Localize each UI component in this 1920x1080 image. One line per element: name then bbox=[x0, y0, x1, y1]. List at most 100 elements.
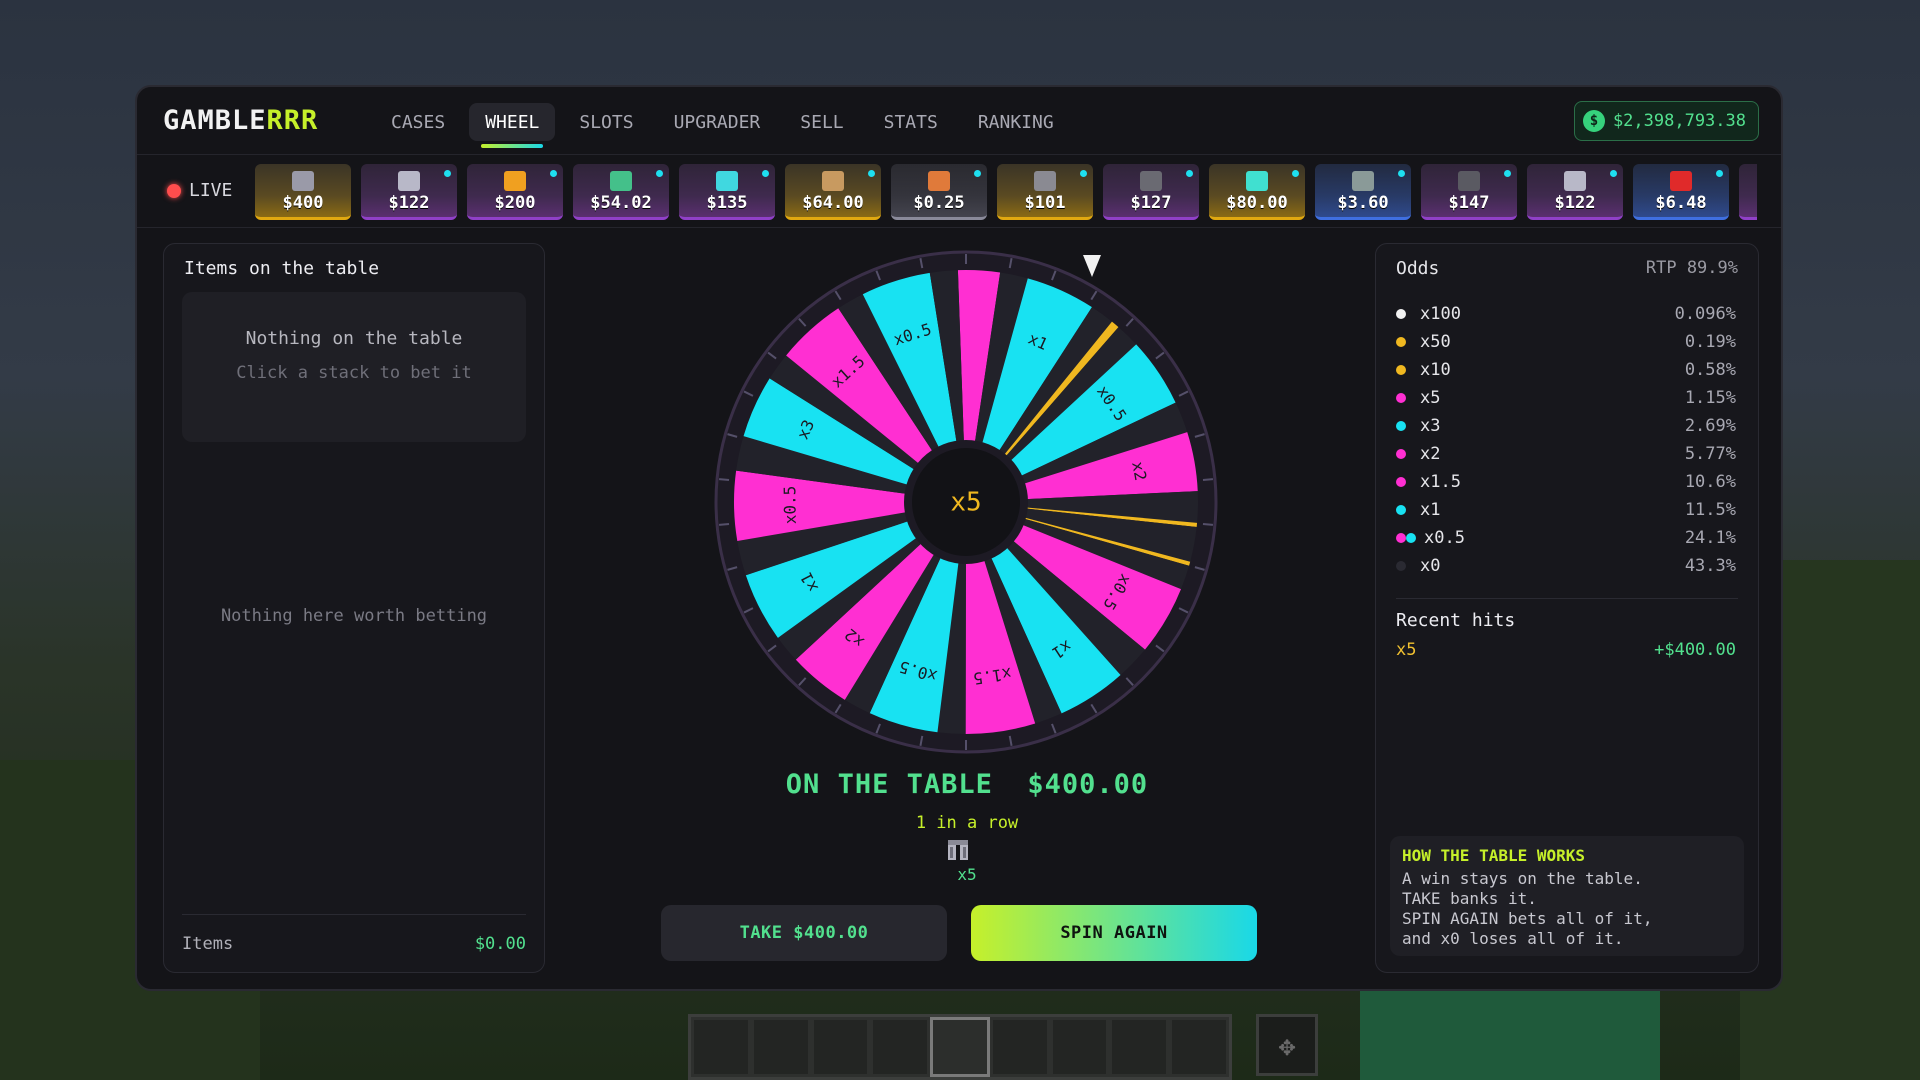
brick-icon bbox=[928, 171, 950, 191]
color-swatch-icon bbox=[1396, 449, 1406, 459]
odds-row: x50 0.19% bbox=[1396, 328, 1736, 356]
live-drop-item: $135 bbox=[679, 164, 775, 220]
live-drop-value: $0.25 bbox=[913, 193, 965, 213]
tab-cases[interactable]: CASES bbox=[375, 103, 461, 141]
live-indicator: LIVE bbox=[167, 180, 232, 201]
odds-multiplier: x1.5 bbox=[1420, 472, 1461, 492]
hotbar-slot[interactable] bbox=[1109, 1017, 1170, 1077]
color-swatch-icon bbox=[1396, 561, 1406, 571]
items-total-value: $0.00 bbox=[474, 934, 526, 954]
recent-hit-multiplier: x5 bbox=[1396, 640, 1417, 660]
color-swatch-icon bbox=[1396, 477, 1406, 487]
live-drop-value: $6.48 bbox=[1655, 193, 1707, 213]
diamond-block-icon bbox=[716, 171, 738, 191]
prize-wheel: x1 x0.5 x2 x0.5 x1 x1.5 x0.5 x2 x1 x0.5 x3 x1.5 x0.5… bbox=[711, 247, 1221, 757]
live-drop-value: $80.00 bbox=[1226, 193, 1288, 213]
panel-title: Items on the table bbox=[184, 258, 380, 279]
streak-text: 1 in a row bbox=[915, 813, 1019, 833]
odds-multiplier: x10 bbox=[1420, 360, 1451, 380]
odds-row: x1.5 10.6% bbox=[1396, 468, 1736, 496]
background-block bbox=[1360, 990, 1660, 1080]
live-drop-value: $54.02 bbox=[590, 193, 652, 213]
on-table-label: ON THE TABLE bbox=[785, 769, 993, 800]
new-indicator-icon bbox=[1398, 170, 1405, 177]
odds-probability: 0.19% bbox=[1684, 332, 1736, 352]
new-indicator-icon bbox=[1186, 170, 1193, 177]
live-drop-value: $200 bbox=[494, 193, 536, 213]
live-drop-item: $3.60 bbox=[1315, 164, 1411, 220]
balance-amount: $2,398,793.38 bbox=[1612, 111, 1746, 131]
offhand-slot[interactable]: ✥ bbox=[1256, 1014, 1318, 1076]
how-title: HOW THE TABLE WORKS bbox=[1402, 846, 1586, 865]
wheel-tick bbox=[1202, 522, 1214, 526]
hotbar-slot[interactable] bbox=[1169, 1017, 1230, 1077]
hotbar-slot[interactable] bbox=[870, 1017, 931, 1077]
tab-ranking[interactable]: RANKING bbox=[962, 103, 1070, 141]
live-drop-item: $122 bbox=[1527, 164, 1623, 220]
hotbar-slot[interactable] bbox=[750, 1017, 811, 1077]
wheel-tick bbox=[718, 478, 730, 482]
golden-apple-icon bbox=[504, 171, 526, 191]
live-drop-item: $80.00 bbox=[1209, 164, 1305, 220]
hotbar-slot[interactable] bbox=[1049, 1017, 1110, 1077]
hotbar-slot[interactable] bbox=[810, 1017, 871, 1077]
new-indicator-icon bbox=[974, 170, 981, 177]
live-drop-value: $122 bbox=[388, 193, 430, 213]
table-items-panel: Items on the table Nothing on the table … bbox=[163, 243, 545, 973]
live-drop-item: $6.48 bbox=[1633, 164, 1729, 220]
odds-list: x100 0.096% x50 0.19% x10 0.58% x5 1.15% x3 2.69%… bbox=[1396, 300, 1736, 580]
live-drop-value: $400 bbox=[282, 193, 324, 213]
odds-row: x5 1.15% bbox=[1396, 384, 1736, 412]
odds-row: x10 0.58% bbox=[1396, 356, 1736, 384]
odds-row: x0.5 24.1% bbox=[1396, 524, 1736, 552]
tab-stats[interactable]: STATS bbox=[868, 103, 954, 141]
hotbar-slot[interactable] bbox=[691, 1017, 751, 1077]
items-total-label: Items bbox=[182, 934, 234, 954]
on-table-value: $400.00 bbox=[1027, 769, 1149, 800]
wheel-segment-label: x0.5 bbox=[780, 486, 800, 525]
pickaxe-icon bbox=[1140, 171, 1162, 191]
tab-wheel[interactable]: WHEEL bbox=[469, 103, 556, 148]
odds-row: x100 0.096% bbox=[1396, 300, 1736, 328]
take-winnings-button[interactable]: TAKE $400.00 bbox=[661, 905, 947, 961]
odds-probability: 11.5% bbox=[1684, 500, 1736, 520]
new-indicator-icon bbox=[762, 170, 769, 177]
pickaxe-icon bbox=[610, 171, 632, 191]
odds-multiplier: x50 bbox=[1420, 332, 1451, 352]
odds-row: x1 11.5% bbox=[1396, 496, 1736, 524]
live-drop-item: $200 bbox=[467, 164, 563, 220]
live-drop-item: $0.25 bbox=[891, 164, 987, 220]
new-indicator-icon bbox=[868, 170, 875, 177]
sword-icon bbox=[1564, 171, 1586, 191]
live-drop-value: $147 bbox=[1448, 193, 1490, 213]
odds-multiplier: x5 bbox=[1420, 388, 1441, 408]
live-drops-bar: LIVE $400 $122 $200 $54.02 $135 $64.00 $0.25 $1… bbox=[137, 156, 1781, 228]
live-drop-item: $127 bbox=[1103, 164, 1199, 220]
live-drop-item: $147 bbox=[1421, 164, 1517, 220]
boots-icon bbox=[1458, 171, 1480, 191]
color-swatch-icon bbox=[1396, 365, 1406, 375]
odds-row: x0 43.3% bbox=[1396, 552, 1736, 580]
hotbar-slot-selected[interactable] bbox=[930, 1017, 990, 1077]
how-line: A win stays on the table. bbox=[1402, 869, 1643, 888]
odds-multiplier: x3 bbox=[1420, 416, 1441, 436]
live-drop-item: $54.02 bbox=[573, 164, 669, 220]
live-drop-value: $127 bbox=[1130, 193, 1172, 213]
how-line: SPIN AGAIN bets all of it, bbox=[1402, 909, 1653, 928]
odds-title: Odds bbox=[1396, 258, 1440, 279]
tab-sell[interactable]: SELL bbox=[784, 103, 859, 141]
stone-block-icon bbox=[1352, 171, 1374, 191]
odds-row: x3 2.69% bbox=[1396, 412, 1736, 440]
apple-icon bbox=[1670, 171, 1692, 191]
hotbar-slot[interactable] bbox=[989, 1017, 1050, 1077]
color-swatch-icon bbox=[1396, 309, 1406, 319]
color-swatch-icon bbox=[1396, 505, 1406, 515]
live-drop-item: $ bbox=[1739, 164, 1757, 220]
tab-upgrader[interactable]: UPGRADER bbox=[658, 103, 777, 141]
spin-again-button[interactable]: SPIN AGAIN bbox=[971, 905, 1257, 961]
odds-probability: 5.77% bbox=[1684, 444, 1736, 464]
empty-title: Nothing on the table bbox=[245, 328, 463, 349]
new-indicator-icon bbox=[1292, 170, 1299, 177]
odds-probability: 10.6% bbox=[1684, 472, 1736, 492]
tab-slots[interactable]: SLOTS bbox=[563, 103, 649, 141]
